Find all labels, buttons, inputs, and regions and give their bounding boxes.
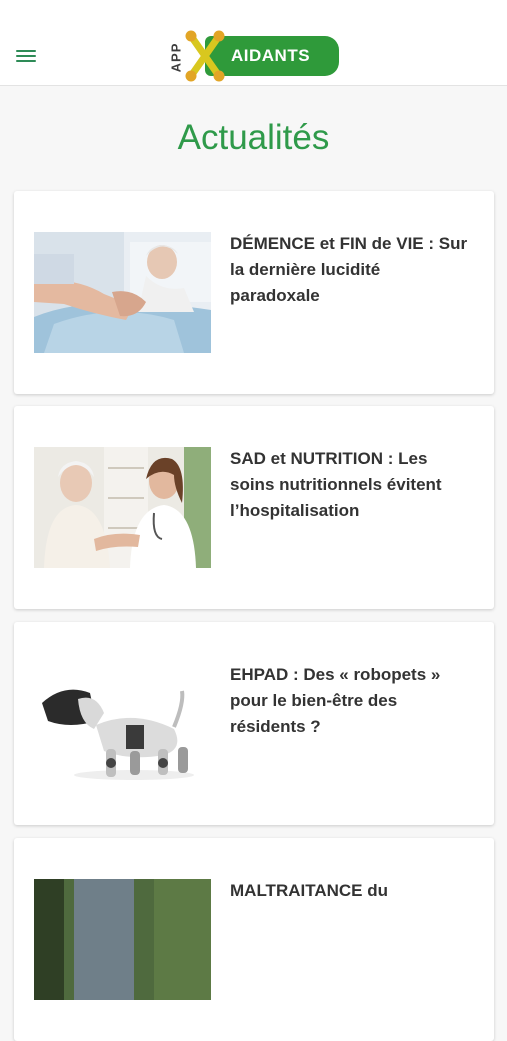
elderly-patient-hand-holding-photo [34, 232, 211, 353]
article-card-4[interactable]: MALTRAITANCE du [14, 838, 494, 1041]
article-title: EHPAD : Des « robopets » pour le bien-êt… [230, 665, 441, 736]
app-logo[interactable]: APP AIDANTS [165, 30, 341, 82]
article-title: DÉMENCE et FIN de VIE : Sur la dernière … [230, 234, 468, 305]
article-card-3[interactable]: EHPAD : Des « robopets » pour le bien-êt… [14, 622, 494, 825]
logo-name-text: AIDANTS [231, 46, 311, 65]
logo-app-text: APP [168, 42, 184, 73]
page-title: Actualités [177, 118, 330, 157]
article-title: MALTRAITANCE du [230, 881, 389, 900]
outdoor-people-photo [34, 879, 211, 1000]
top-app-bar: APP AIDANTS [0, 0, 507, 86]
article-card-2[interactable]: SAD et NUTRITION : Les soins nutritionne… [14, 406, 494, 609]
logo-x-icon [185, 30, 225, 82]
robot-dog-photo [34, 663, 211, 784]
hamburger-menu-icon[interactable] [14, 47, 38, 65]
article-title: SAD et NUTRITION : Les soins nutritionne… [230, 449, 442, 520]
article-card-1[interactable]: DÉMENCE et FIN de VIE : Sur la dernière … [14, 191, 494, 394]
doctor-with-elderly-woman-photo [34, 447, 211, 568]
